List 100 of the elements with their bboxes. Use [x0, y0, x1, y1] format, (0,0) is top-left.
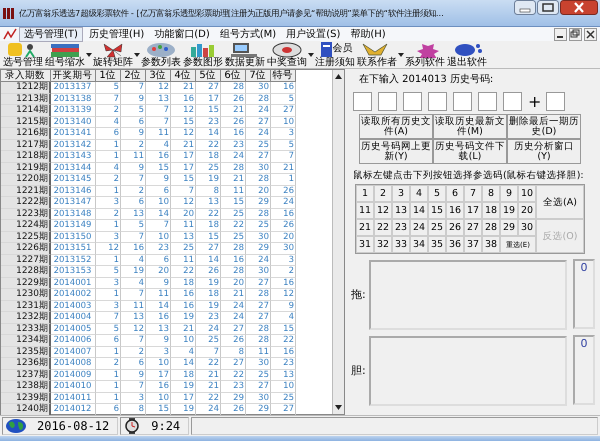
close-icon[interactable] — [560, 0, 598, 15]
number-button[interactable]: 36 — [446, 236, 464, 253]
number-field[interactable] — [478, 92, 497, 111]
number-button[interactable]: 21 — [356, 219, 374, 236]
number-button[interactable]: 16 — [446, 202, 464, 219]
number-field[interactable] — [378, 92, 397, 111]
number-button[interactable]: 38 — [482, 236, 500, 253]
menu-item[interactable]: 帮助(H) — [346, 28, 390, 40]
number-button[interactable]: 2 — [374, 185, 392, 202]
column-header[interactable]: 5位 — [196, 70, 221, 82]
history-button[interactable]: 历史分析窗口(Y) — [507, 139, 581, 164]
number-button[interactable]: 31 — [356, 236, 374, 253]
number-button[interactable]: 37 — [464, 236, 482, 253]
table-cell: 19 — [196, 278, 221, 289]
caret-icon[interactable] — [86, 52, 92, 56]
caret-icon[interactable] — [308, 52, 314, 56]
number-button[interactable]: 7 — [464, 185, 482, 202]
table-cell: 11 — [121, 151, 146, 162]
number-button[interactable]: 35 — [428, 236, 446, 253]
number-field[interactable] — [403, 92, 422, 111]
toolbar-button[interactable]: 旋转矩阵 — [92, 41, 134, 68]
toolbar-button[interactable]: 参数图形 — [182, 41, 224, 68]
table-cell: 7 — [146, 105, 171, 116]
table-cell: 12 — [96, 243, 121, 254]
toolbar-button[interactable]: 参数列表 — [140, 41, 182, 68]
number-field[interactable] — [453, 92, 472, 111]
column-header[interactable]: 开奖期号 — [51, 70, 96, 82]
number-button[interactable]: 34 — [410, 236, 428, 253]
history-button[interactable]: 删除最后一期历史(D) — [507, 114, 581, 139]
table-cell: 2 — [96, 208, 121, 220]
number-button[interactable]: 8 — [482, 185, 500, 202]
menu-item[interactable]: 历史管理(H) — [84, 28, 148, 40]
toolbar-button[interactable]: 系列软件 — [404, 41, 446, 68]
toolbar-button[interactable]: 退出软件 — [446, 41, 488, 68]
scroll-up-icon[interactable] — [334, 72, 344, 81]
toolbar-button[interactable]: 选号管理 — [2, 41, 44, 68]
number-button[interactable]: 19 — [500, 202, 518, 219]
number-button[interactable]: 20 — [518, 202, 536, 219]
number-button[interactable]: 24 — [410, 219, 428, 236]
number-button[interactable]: 9 — [500, 185, 518, 202]
number-button[interactable]: 11 — [356, 202, 374, 219]
number-button[interactable]: 3 — [392, 185, 410, 202]
number-button[interactable]: 15 — [428, 202, 446, 219]
table-cell: 4 — [96, 116, 121, 128]
number-button[interactable]: 33 — [392, 236, 410, 253]
column-header[interactable]: 2位 — [121, 70, 146, 82]
column-header[interactable]: 4位 — [171, 70, 196, 82]
number-field[interactable] — [353, 92, 372, 111]
number-button[interactable]: 28 — [482, 219, 500, 236]
number-button[interactable]: 10 — [518, 185, 536, 202]
history-button[interactable]: 历史号码文件下载(L) — [433, 139, 507, 164]
toolbar-button[interactable]: 联系作者 — [356, 41, 398, 68]
number-button[interactable]: 4 — [410, 185, 428, 202]
table-cell: 30 — [246, 392, 271, 404]
column-header[interactable]: 6位 — [221, 70, 246, 82]
number-button[interactable]: 23 — [392, 219, 410, 236]
column-header[interactable]: 7位 — [246, 70, 271, 82]
number-button[interactable]: 12 — [374, 202, 392, 219]
caret-icon[interactable] — [134, 52, 140, 56]
number-field[interactable] — [503, 92, 522, 111]
number-button[interactable]: 17 — [464, 202, 482, 219]
toolbar-button[interactable]: 会员 注册须知 — [314, 41, 356, 68]
table-cell: 20 — [171, 208, 196, 220]
close-icon[interactable] — [584, 28, 597, 40]
scrollbar[interactable] — [332, 70, 344, 414]
number-button[interactable]: 14 — [410, 202, 428, 219]
minimize-icon[interactable] — [554, 28, 567, 40]
number-button[interactable]: 22 — [374, 219, 392, 236]
number-button[interactable]: 6 — [446, 185, 464, 202]
number-button[interactable]: 25 — [428, 219, 446, 236]
column-header[interactable]: 1位 — [96, 70, 121, 82]
number-button[interactable]: 5 — [428, 185, 446, 202]
toolbar-button[interactable]: 中奖查询 — [266, 41, 308, 68]
number-button[interactable]: 27 — [464, 219, 482, 236]
column-header[interactable]: 特号 — [271, 70, 296, 82]
number-field[interactable] — [546, 92, 565, 111]
select-button[interactable]: 全选(A) — [536, 185, 584, 219]
number-button[interactable]: 26 — [446, 219, 464, 236]
menu-item[interactable]: 用户设置(S) — [282, 28, 344, 40]
caret-icon[interactable] — [398, 52, 404, 56]
number-button[interactable]: 30 — [518, 219, 536, 236]
menu-item[interactable]: 功能窗口(D) — [150, 28, 214, 40]
number-button[interactable]: 29 — [500, 219, 518, 236]
number-button[interactable]: 18 — [482, 202, 500, 219]
scroll-down-icon[interactable] — [334, 403, 344, 412]
number-button[interactable]: 1 — [356, 185, 374, 202]
toolbar-button[interactable]: 数据更新 — [224, 41, 266, 68]
number-button[interactable]: 32 — [374, 236, 392, 253]
number-button[interactable]: 13 — [392, 202, 410, 219]
toolbar-button[interactable]: 组号缩水 — [44, 41, 86, 68]
column-header[interactable]: 录入期数 — [1, 70, 51, 82]
menu-item[interactable]: 选号管理(T) — [19, 26, 83, 42]
maximize-icon[interactable] — [537, 0, 559, 15]
menu-item[interactable]: 组号方式(M) — [216, 28, 280, 40]
history-button[interactable]: 读取所有历史文件(A) — [359, 114, 433, 139]
restore-icon[interactable] — [569, 28, 582, 40]
history-button[interactable]: 读取历史最新文件(M) — [433, 114, 507, 139]
number-field[interactable] — [428, 92, 447, 111]
column-header[interactable]: 3位 — [146, 70, 171, 82]
history-button[interactable]: 历史号码网上更新(Y) — [359, 139, 433, 164]
